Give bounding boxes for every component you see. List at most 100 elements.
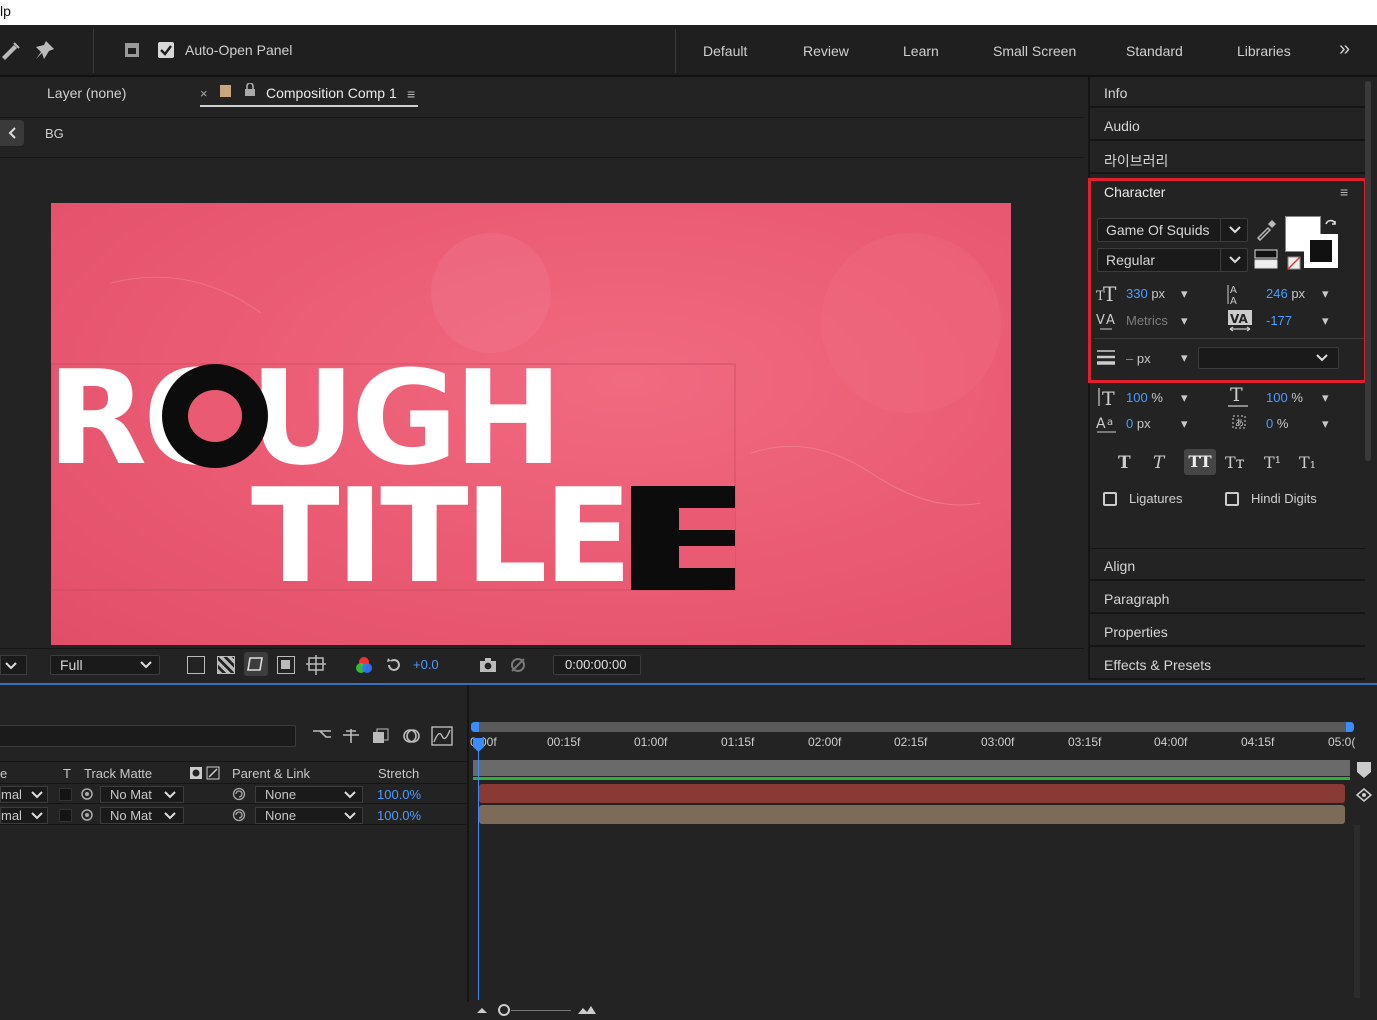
stretch-value[interactable]: 100.0% <box>377 808 421 823</box>
superscript-button[interactable]: T¹ <box>1264 453 1281 472</box>
zoom-slider-track[interactable] <box>511 1010 571 1011</box>
info-panel-header[interactable]: Info <box>1090 77 1365 108</box>
baseline-shift-value[interactable]: 0 px <box>1126 416 1151 431</box>
composition-tab[interactable]: Composition Comp 1 <box>266 85 397 101</box>
pickwhip-icon[interactable] <box>232 787 246 801</box>
stretch-value[interactable]: 100.0% <box>377 787 421 802</box>
workspace-libraries[interactable]: Libraries <box>1237 43 1291 59</box>
grid-guides-icon[interactable] <box>306 655 326 675</box>
draft-3d-icon[interactable] <box>341 727 361 745</box>
layer-mode-dropdown[interactable]: mal <box>0 786 48 803</box>
safe-margins-icon[interactable] <box>277 656 295 674</box>
track-matte-dropdown[interactable]: No Mat <box>100 786 184 803</box>
exposure-value[interactable]: +0.0 <box>413 657 439 672</box>
more-workspaces-button[interactable]: » <box>1339 38 1350 61</box>
layer-bar-red[interactable] <box>479 784 1345 803</box>
horizontal-scale-value[interactable]: 100 % <box>1266 390 1303 405</box>
show-snapshot-icon[interactable] <box>509 656 527 674</box>
breadcrumb-bg[interactable]: BG <box>45 126 64 141</box>
parent-dropdown[interactable]: None <box>255 786 363 803</box>
vertical-scale-dropdown-arrow[interactable]: ▾ <box>1181 390 1188 406</box>
frame-blending-icon[interactable] <box>371 727 391 745</box>
hindi-digits-checkbox[interactable] <box>1225 492 1239 506</box>
back-arrow-button[interactable] <box>0 120 24 146</box>
workspace-learn[interactable]: Learn <box>903 43 939 59</box>
region-of-interest-icon[interactable] <box>187 656 205 674</box>
work-area-bar[interactable] <box>471 722 1354 732</box>
small-caps-button[interactable]: Tт <box>1225 453 1245 472</box>
lock-icon[interactable] <box>244 83 256 97</box>
timeline-search-input[interactable] <box>0 725 296 747</box>
workspace-standard[interactable]: Standard <box>1126 43 1183 59</box>
col-track-matte-header[interactable]: Track Matte <box>84 766 152 781</box>
motion-blur-icon[interactable] <box>401 727 421 745</box>
brush-tool-icon[interactable] <box>0 39 22 61</box>
tsume-value[interactable]: 0 % <box>1266 416 1288 431</box>
layer-tab[interactable]: Layer (none) <box>47 85 126 101</box>
snapshot-camera-icon[interactable] <box>479 657 497 673</box>
zoom-dropdown-chevron[interactable] <box>0 655 27 675</box>
vertical-scale-value[interactable]: 100 % <box>1126 390 1163 405</box>
col-stretch-header[interactable]: Stretch <box>378 766 419 781</box>
zoom-slider-thumb[interactable] <box>498 1004 510 1016</box>
mask-visibility-icon[interactable] <box>244 652 268 676</box>
tsume-dropdown-arrow[interactable]: ▾ <box>1322 416 1329 432</box>
channel-rgb-icon[interactable] <box>355 656 373 674</box>
col-mode-header[interactable]: e <box>0 766 7 781</box>
transparency-grid-icon[interactable] <box>217 656 235 674</box>
composition-canvas[interactable]: ROUGH TITLE <box>51 203 1011 645</box>
comp-end-marker-icon[interactable] <box>1356 761 1372 779</box>
ruler-tick-5: 02:15f <box>894 735 928 749</box>
menu-fragment[interactable]: lp <box>0 3 11 19</box>
matte-link-icon[interactable] <box>80 787 96 801</box>
track-matte-dropdown[interactable]: No Mat <box>100 807 184 824</box>
workspace-review[interactable]: Review <box>803 43 849 59</box>
paragraph-panel-header[interactable]: Paragraph <box>1090 583 1365 614</box>
effects-presets-panel-header[interactable]: Effects & Presets <box>1090 649 1365 680</box>
all-caps-button[interactable]: TT <box>1184 449 1216 475</box>
properties-panel-header[interactable]: Properties <box>1090 616 1365 647</box>
auto-open-checkbox[interactable] <box>158 42 174 58</box>
reset-exposure-icon[interactable] <box>385 656 403 674</box>
tab-menu-icon[interactable]: ≡ <box>407 86 415 102</box>
pickwhip-icon[interactable] <box>232 808 246 822</box>
graph-editor-icon[interactable] <box>431 726 453 746</box>
right-panel-scrollbar[interactable] <box>1365 81 1371 461</box>
col-t-header[interactable]: T <box>63 766 71 781</box>
libraries-panel-header[interactable]: 라이브러리 <box>1090 143 1365 174</box>
resolution-dropdown[interactable]: Full <box>50 655 160 675</box>
playhead[interactable] <box>478 738 479 1000</box>
comp-mini-flowchart-icon[interactable] <box>312 727 332 745</box>
layer-bar-tan[interactable] <box>479 805 1345 824</box>
audio-panel-header[interactable]: Audio <box>1090 110 1365 141</box>
workspace-small-screen[interactable]: Small Screen <box>993 43 1076 59</box>
workspace-default[interactable]: Default <box>703 43 747 59</box>
zoom-out-icon[interactable] <box>475 1005 489 1015</box>
table-row[interactable]: mal No Mat None 100.0% <box>0 805 466 825</box>
ligatures-checkbox[interactable] <box>1103 492 1117 506</box>
pin-tool-icon[interactable] <box>34 39 58 61</box>
work-area-gray-bar[interactable] <box>473 760 1350 780</box>
matte-icons-header[interactable] <box>189 766 221 780</box>
canvas-text-title[interactable]: TITLE <box>251 471 632 601</box>
faux-bold-button[interactable]: T <box>1118 453 1131 473</box>
current-time-display[interactable]: 0:00:00:00 <box>553 655 641 675</box>
close-tab-icon[interactable]: × <box>200 86 208 101</box>
panel-icon[interactable] <box>124 42 140 58</box>
playhead-handle-icon[interactable] <box>472 737 485 753</box>
timeline-scrollbar[interactable] <box>1354 825 1360 998</box>
out-point-icon[interactable] <box>1355 787 1373 803</box>
zoom-in-icon[interactable] <box>576 1003 598 1015</box>
table-row[interactable]: mal No Mat None 100.0% <box>0 784 466 804</box>
baseline-shift-dropdown-arrow[interactable]: ▾ <box>1181 416 1188 432</box>
layer-mode-dropdown[interactable]: mal <box>0 807 48 824</box>
matte-link-icon[interactable] <box>80 808 96 822</box>
preserve-transparency-box[interactable] <box>59 809 72 822</box>
col-parent-link-header[interactable]: Parent & Link <box>232 766 310 781</box>
align-panel-header[interactable]: Align <box>1090 550 1365 581</box>
preserve-transparency-box[interactable] <box>59 788 72 801</box>
subscript-button[interactable]: T₁ <box>1299 453 1316 472</box>
horizontal-scale-dropdown-arrow[interactable]: ▾ <box>1322 390 1329 406</box>
parent-dropdown[interactable]: None <box>255 807 363 824</box>
faux-italic-button[interactable]: T <box>1153 453 1164 473</box>
